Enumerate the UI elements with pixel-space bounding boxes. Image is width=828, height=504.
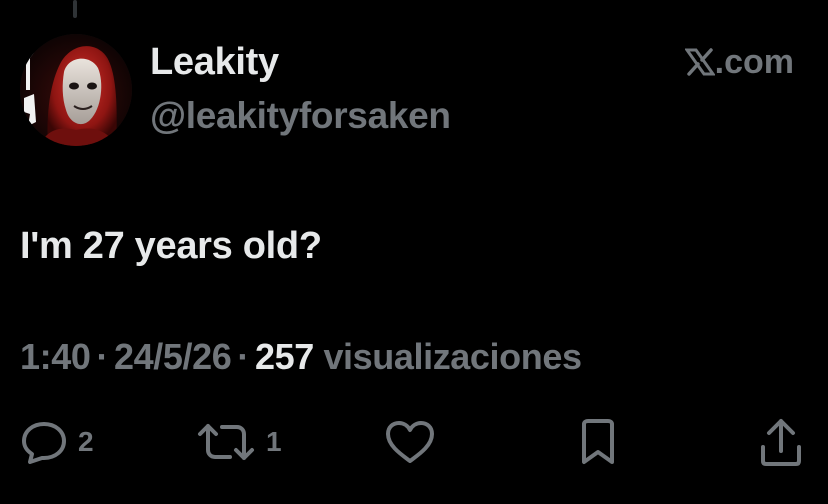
user-handle[interactable]: @leakityforsaken (150, 94, 451, 138)
heart-icon (386, 421, 434, 463)
bookmark-button[interactable] (578, 412, 618, 472)
retweet-count: 1 (266, 426, 282, 457)
share-button[interactable] (758, 412, 804, 472)
reply-count: 2 (78, 426, 94, 457)
like-button[interactable] (384, 412, 436, 472)
thread-connector-line (73, 0, 77, 18)
meta-separator: · (237, 336, 249, 377)
views-label: visualizaciones (323, 336, 582, 377)
tweet-date[interactable]: 24/5/26 (114, 336, 232, 377)
x-logo-icon (684, 48, 715, 76)
avatar[interactable] (20, 34, 132, 146)
avatar-image (20, 34, 132, 146)
brand-domain-text: .com (714, 43, 794, 81)
share-icon (761, 419, 801, 466)
views-count: 257 (254, 336, 314, 377)
tweet-text: I'm 27 years old? (20, 225, 322, 267)
bookmark-icon (582, 419, 614, 464)
x-brand-link[interactable]: .com (684, 40, 794, 84)
retweet-button[interactable]: 1 (196, 412, 282, 472)
retweet-icon (198, 424, 254, 460)
reply-button[interactable]: 2 (20, 412, 94, 472)
meta-separator: · (96, 336, 109, 377)
tweet-time[interactable]: 1:40 (20, 336, 91, 377)
tweet-meta: 1:40 · 24/5/26 · 257 visualizaciones (20, 334, 582, 380)
reply-icon (22, 422, 66, 464)
tweet-actions-bar: 2 1 (0, 412, 828, 472)
display-name[interactable]: Leakity (150, 40, 279, 84)
